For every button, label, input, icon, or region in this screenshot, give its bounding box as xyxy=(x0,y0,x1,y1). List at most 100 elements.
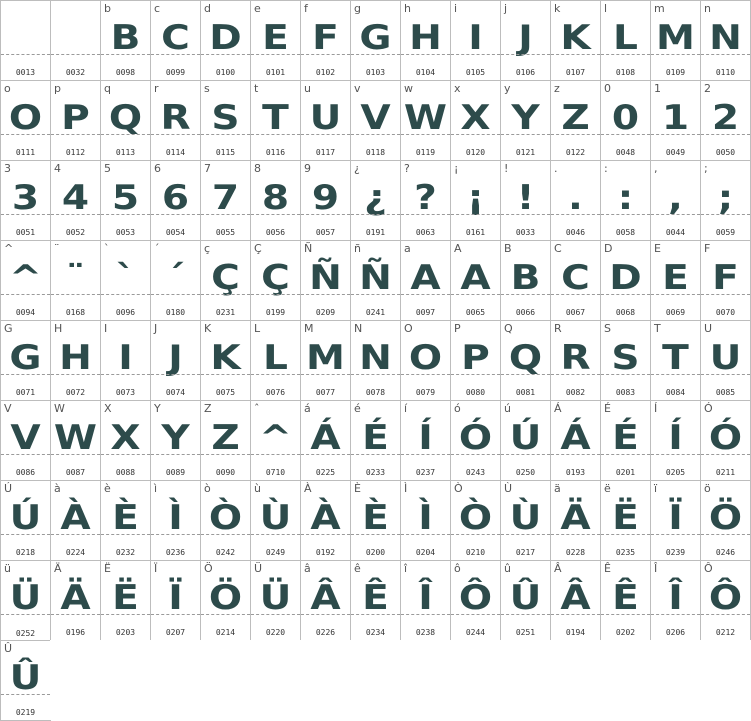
glyph-code: 0224 xyxy=(65,548,86,557)
glyph-char-label: U xyxy=(704,322,713,335)
glyph-code: 0083 xyxy=(615,388,636,397)
glyph-char-label: Ñ xyxy=(304,242,313,255)
glyph-code: 0119 xyxy=(415,148,436,157)
glyph-cell: Á Á 0193 xyxy=(550,400,600,480)
baseline-guide xyxy=(1,134,50,135)
glyph-char-label: 3 xyxy=(4,162,11,175)
glyph-char-label: 6 xyxy=(154,162,161,175)
baseline-guide xyxy=(451,534,500,535)
glyph-cell: K K 0075 xyxy=(200,320,250,400)
glyph-code: 0234 xyxy=(365,628,386,637)
glyph-code: 0203 xyxy=(115,628,136,637)
glyph-cell: M M 0077 xyxy=(300,320,350,400)
glyph-code: 0032 xyxy=(65,68,86,77)
baseline-guide xyxy=(601,454,650,455)
glyph-char-label: 5 xyxy=(104,162,111,175)
baseline-guide xyxy=(401,294,450,295)
baseline-guide xyxy=(701,614,750,615)
glyph-cell: Y Y 0089 xyxy=(150,400,200,480)
baseline-guide xyxy=(451,134,500,135)
glyph-char-label: ù xyxy=(254,482,261,495)
glyph-char-label: : xyxy=(604,162,608,175)
baseline-guide xyxy=(51,134,100,135)
glyph-code: 0251 xyxy=(515,628,536,637)
glyph-code: 0202 xyxy=(615,628,636,637)
glyph-char-label: O xyxy=(404,322,413,335)
glyph-cell: ?? 0063 xyxy=(400,160,450,240)
baseline-guide xyxy=(451,374,500,375)
baseline-guide xyxy=(151,54,200,55)
glyph-code: 0231 xyxy=(215,308,236,317)
glyph-char-label: Ï xyxy=(154,562,158,575)
glyph-char-label: l xyxy=(604,2,608,15)
glyph-char-label: L xyxy=(254,322,261,335)
glyph-cell: A A 0065 xyxy=(450,240,500,320)
glyph-cell: m M 0109 xyxy=(650,0,700,80)
glyph-cell: ë Ë 0235 xyxy=(600,480,650,560)
glyph-char-label: Q xyxy=(504,322,513,335)
glyph-char-label: Í xyxy=(654,402,658,415)
baseline-guide xyxy=(301,454,350,455)
glyph-cell: ù Ù 0249 xyxy=(250,480,300,560)
glyph-cell: r R 0114 xyxy=(150,80,200,160)
glyph-char-label: Ö xyxy=(204,562,213,575)
baseline-guide xyxy=(551,534,600,535)
glyph-cell: G G 0071 xyxy=(0,320,50,400)
glyph-code: 0057 xyxy=(315,228,336,237)
glyph-char-label: í xyxy=(404,402,408,415)
baseline-guide xyxy=(701,214,750,215)
baseline-guide xyxy=(151,214,200,215)
glyph-code: 0220 xyxy=(265,628,286,637)
glyph-code: 0217 xyxy=(515,548,536,557)
baseline-guide xyxy=(101,54,150,55)
glyph-code: 0078 xyxy=(365,388,386,397)
glyph-cell: R R 0082 xyxy=(550,320,600,400)
glyph-code: 0056 xyxy=(265,228,286,237)
glyph-cell: V V 0086 xyxy=(0,400,50,480)
glyph-cell: s S 0115 xyxy=(200,80,250,160)
baseline-guide xyxy=(101,534,150,535)
baseline-guide xyxy=(651,374,700,375)
baseline-guide xyxy=(651,214,700,215)
glyph-cell: U U 0085 xyxy=(700,320,750,400)
glyph-char-label: ˆ xyxy=(254,402,260,415)
glyph-cell: ,, 0044 xyxy=(650,160,700,240)
baseline-guide xyxy=(601,54,650,55)
glyph-cell: I I 0073 xyxy=(100,320,150,400)
glyph-code: 0115 xyxy=(215,148,236,157)
glyph-code: 0076 xyxy=(265,388,286,397)
glyph-cell: 0 0 0048 xyxy=(600,80,650,160)
glyph-cell: È È 0200 xyxy=(350,480,400,560)
baseline-guide xyxy=(151,134,200,135)
glyph-cell: 9 9 0057 xyxy=(300,160,350,240)
glyph-code: 0243 xyxy=(465,468,486,477)
baseline-guide xyxy=(251,294,300,295)
baseline-guide xyxy=(651,294,700,295)
glyph-cell: W W 0087 xyxy=(50,400,100,480)
glyph-cell: d D 0100 xyxy=(200,0,250,80)
baseline-guide xyxy=(601,374,650,375)
glyph-char-label: ü xyxy=(4,562,11,575)
baseline-guide xyxy=(301,214,350,215)
glyph-code: 0249 xyxy=(265,548,286,557)
glyph-char-label: D xyxy=(604,242,613,255)
baseline-guide xyxy=(201,54,250,55)
glyph-char-label: v xyxy=(354,82,361,95)
baseline-guide xyxy=(501,614,550,615)
glyph-code: 0074 xyxy=(165,388,186,397)
glyph-code: 0107 xyxy=(565,68,586,77)
glyph-cell: à À 0224 xyxy=(50,480,100,560)
glyph-cell: u U 0117 xyxy=(300,80,350,160)
glyph-char-label: ó xyxy=(454,402,461,415)
glyph-code: 0204 xyxy=(415,548,436,557)
baseline-guide xyxy=(251,214,300,215)
glyph-cell: Û Û 0219 xyxy=(0,640,50,720)
baseline-guide xyxy=(1,534,50,535)
baseline-guide xyxy=(501,294,550,295)
glyph-char-label: P xyxy=(454,322,461,335)
glyph-char-label: ì xyxy=(154,482,158,495)
glyph-cell: À À 0192 xyxy=(300,480,350,560)
glyph-char-label: ï xyxy=(654,482,658,495)
glyph-cell: F F 0070 xyxy=(700,240,750,320)
glyph-code: 0059 xyxy=(715,228,736,237)
